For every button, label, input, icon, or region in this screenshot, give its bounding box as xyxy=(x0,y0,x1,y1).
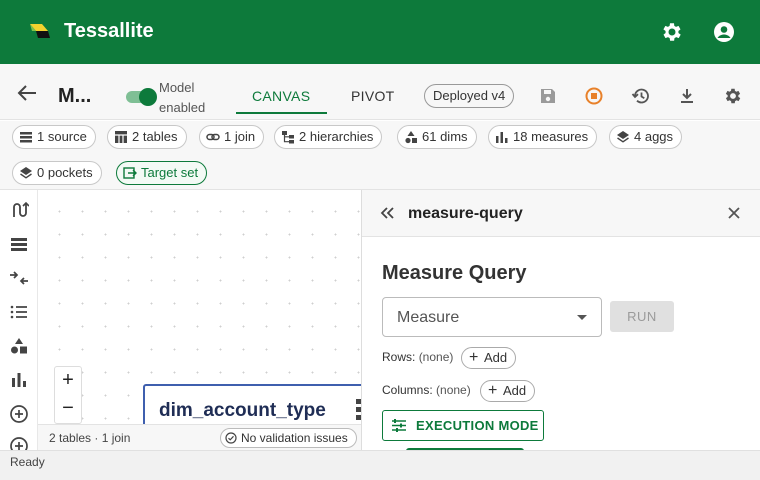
chip-label: 1 source xyxy=(37,129,87,144)
columns-label: Columns: xyxy=(382,383,433,397)
bar-chart-icon xyxy=(496,132,508,143)
validation-text: No validation issues xyxy=(241,431,348,445)
shapes-icon xyxy=(405,131,417,144)
add-row-button[interactable]: + Add xyxy=(461,347,517,369)
settings-gear-icon[interactable] xyxy=(660,20,684,44)
close-icon[interactable] xyxy=(726,205,742,221)
zoom-in-button[interactable]: + xyxy=(55,367,81,393)
save-icon[interactable] xyxy=(538,86,558,106)
chip-joins[interactable]: 1 join xyxy=(199,125,265,149)
measure-query-panel: measure-query Measure Query Measure RUN … xyxy=(361,190,760,450)
chip-label: 1 join xyxy=(224,129,256,144)
model-settings-icon[interactable] xyxy=(723,86,743,106)
rows-label-group: Rows: (none) xyxy=(382,350,453,364)
chip-label: 2 hierarchies xyxy=(299,129,374,144)
shapes-icon[interactable] xyxy=(9,336,29,356)
measure-select[interactable]: Measure xyxy=(382,297,602,337)
back-arrow-icon[interactable] xyxy=(16,84,38,102)
collapse-panel-icon[interactable] xyxy=(378,205,396,221)
columns-label-group: Columns: (none) xyxy=(382,383,471,397)
add-row-label: Add xyxy=(484,350,508,365)
stop-icon[interactable] xyxy=(584,86,604,106)
tab-canvas[interactable]: CANVAS xyxy=(252,88,310,104)
active-tab-indicator xyxy=(236,112,327,114)
check-circle-icon xyxy=(225,432,237,444)
link-icon xyxy=(206,133,220,141)
add-column-button[interactable]: + Add xyxy=(480,380,536,402)
chip-label: Target set xyxy=(141,165,199,180)
model-enabled-toggle[interactable] xyxy=(126,88,157,106)
status-bar: Ready xyxy=(0,450,760,480)
execution-mode-label: EXECUTION MODE xyxy=(416,418,539,433)
hierarchy-icon xyxy=(282,131,294,144)
columns-value: (none) xyxy=(436,383,471,397)
deployed-version-badge[interactable]: Deployed v4 xyxy=(424,84,515,108)
download-icon[interactable] xyxy=(677,86,697,106)
chip-target-set[interactable]: Target set xyxy=(116,161,208,185)
history-icon[interactable] xyxy=(631,86,651,106)
tab-pivot[interactable]: PIVOT xyxy=(351,88,395,104)
layers-icon xyxy=(617,131,629,143)
rows-value: (none) xyxy=(418,350,454,364)
measure-query-heading: Measure Query xyxy=(382,262,527,284)
numbered-list-icon[interactable] xyxy=(9,302,29,322)
list-table-icon[interactable] xyxy=(9,234,29,254)
route-icon[interactable] xyxy=(9,200,29,220)
model-name[interactable]: M... xyxy=(58,85,91,108)
canvas-footer: 2 tables · 1 join No validation issues xyxy=(38,424,361,450)
chip-label: 2 tables xyxy=(132,129,178,144)
source-icon xyxy=(20,132,32,143)
model-summary-chips: 1 source 2 tables 1 join 2 hierarchies 6… xyxy=(0,121,760,190)
run-button[interactable]: RUN xyxy=(610,301,674,332)
tune-sliders-icon xyxy=(392,419,406,432)
add-column-label: Add xyxy=(503,383,527,398)
export-icon xyxy=(123,167,137,179)
add-circle-icon[interactable] xyxy=(9,404,29,424)
chip-hierarchies[interactable]: 2 hierarchies xyxy=(274,125,383,149)
app-bar: Tessallite xyxy=(0,0,760,64)
chip-dims[interactable]: 61 dims xyxy=(397,125,477,149)
layers-icon xyxy=(20,167,32,179)
toggle-knob xyxy=(139,88,157,106)
chip-label: 0 pockets xyxy=(37,165,93,180)
execution-mode-button[interactable]: EXECUTION MODE xyxy=(382,410,544,441)
rows-label: Rows: xyxy=(382,350,416,364)
plus-icon: + xyxy=(469,349,479,366)
left-tool-rail xyxy=(0,190,38,455)
app-title: Tessallite xyxy=(64,20,154,42)
table-node-title: dim_account_type xyxy=(159,400,326,421)
plus-icon: + xyxy=(488,382,498,399)
chip-tables[interactable]: 2 tables xyxy=(107,125,187,149)
chip-pockets[interactable]: 0 pockets xyxy=(12,161,102,185)
zoom-controls: + − xyxy=(54,366,82,424)
chip-aggs[interactable]: 4 aggs xyxy=(609,125,683,149)
panel-header: measure-query xyxy=(362,190,760,237)
chip-label: 4 aggs xyxy=(634,129,674,144)
measure-select-value: Measure xyxy=(397,309,460,326)
status-text: Ready xyxy=(10,455,45,469)
zoom-out-button[interactable]: − xyxy=(55,395,81,421)
table-icon xyxy=(115,131,127,143)
canvas-stats: 2 tables · 1 join xyxy=(49,431,131,445)
account-icon[interactable] xyxy=(712,20,736,44)
tessallite-logo-icon xyxy=(30,24,50,38)
model-enabled-label: Model enabled xyxy=(159,80,206,115)
validation-badge[interactable]: No validation issues xyxy=(220,428,357,448)
merge-arrows-icon[interactable] xyxy=(9,268,29,288)
bar-chart-icon[interactable] xyxy=(9,370,29,390)
chip-measures[interactable]: 18 measures xyxy=(488,125,598,149)
chevron-down-icon xyxy=(577,315,587,320)
chip-label: 61 dims xyxy=(422,129,468,144)
chip-label: 18 measures xyxy=(513,129,589,144)
panel-title: measure-query xyxy=(408,205,523,222)
chip-sources[interactable]: 1 source xyxy=(12,125,96,149)
